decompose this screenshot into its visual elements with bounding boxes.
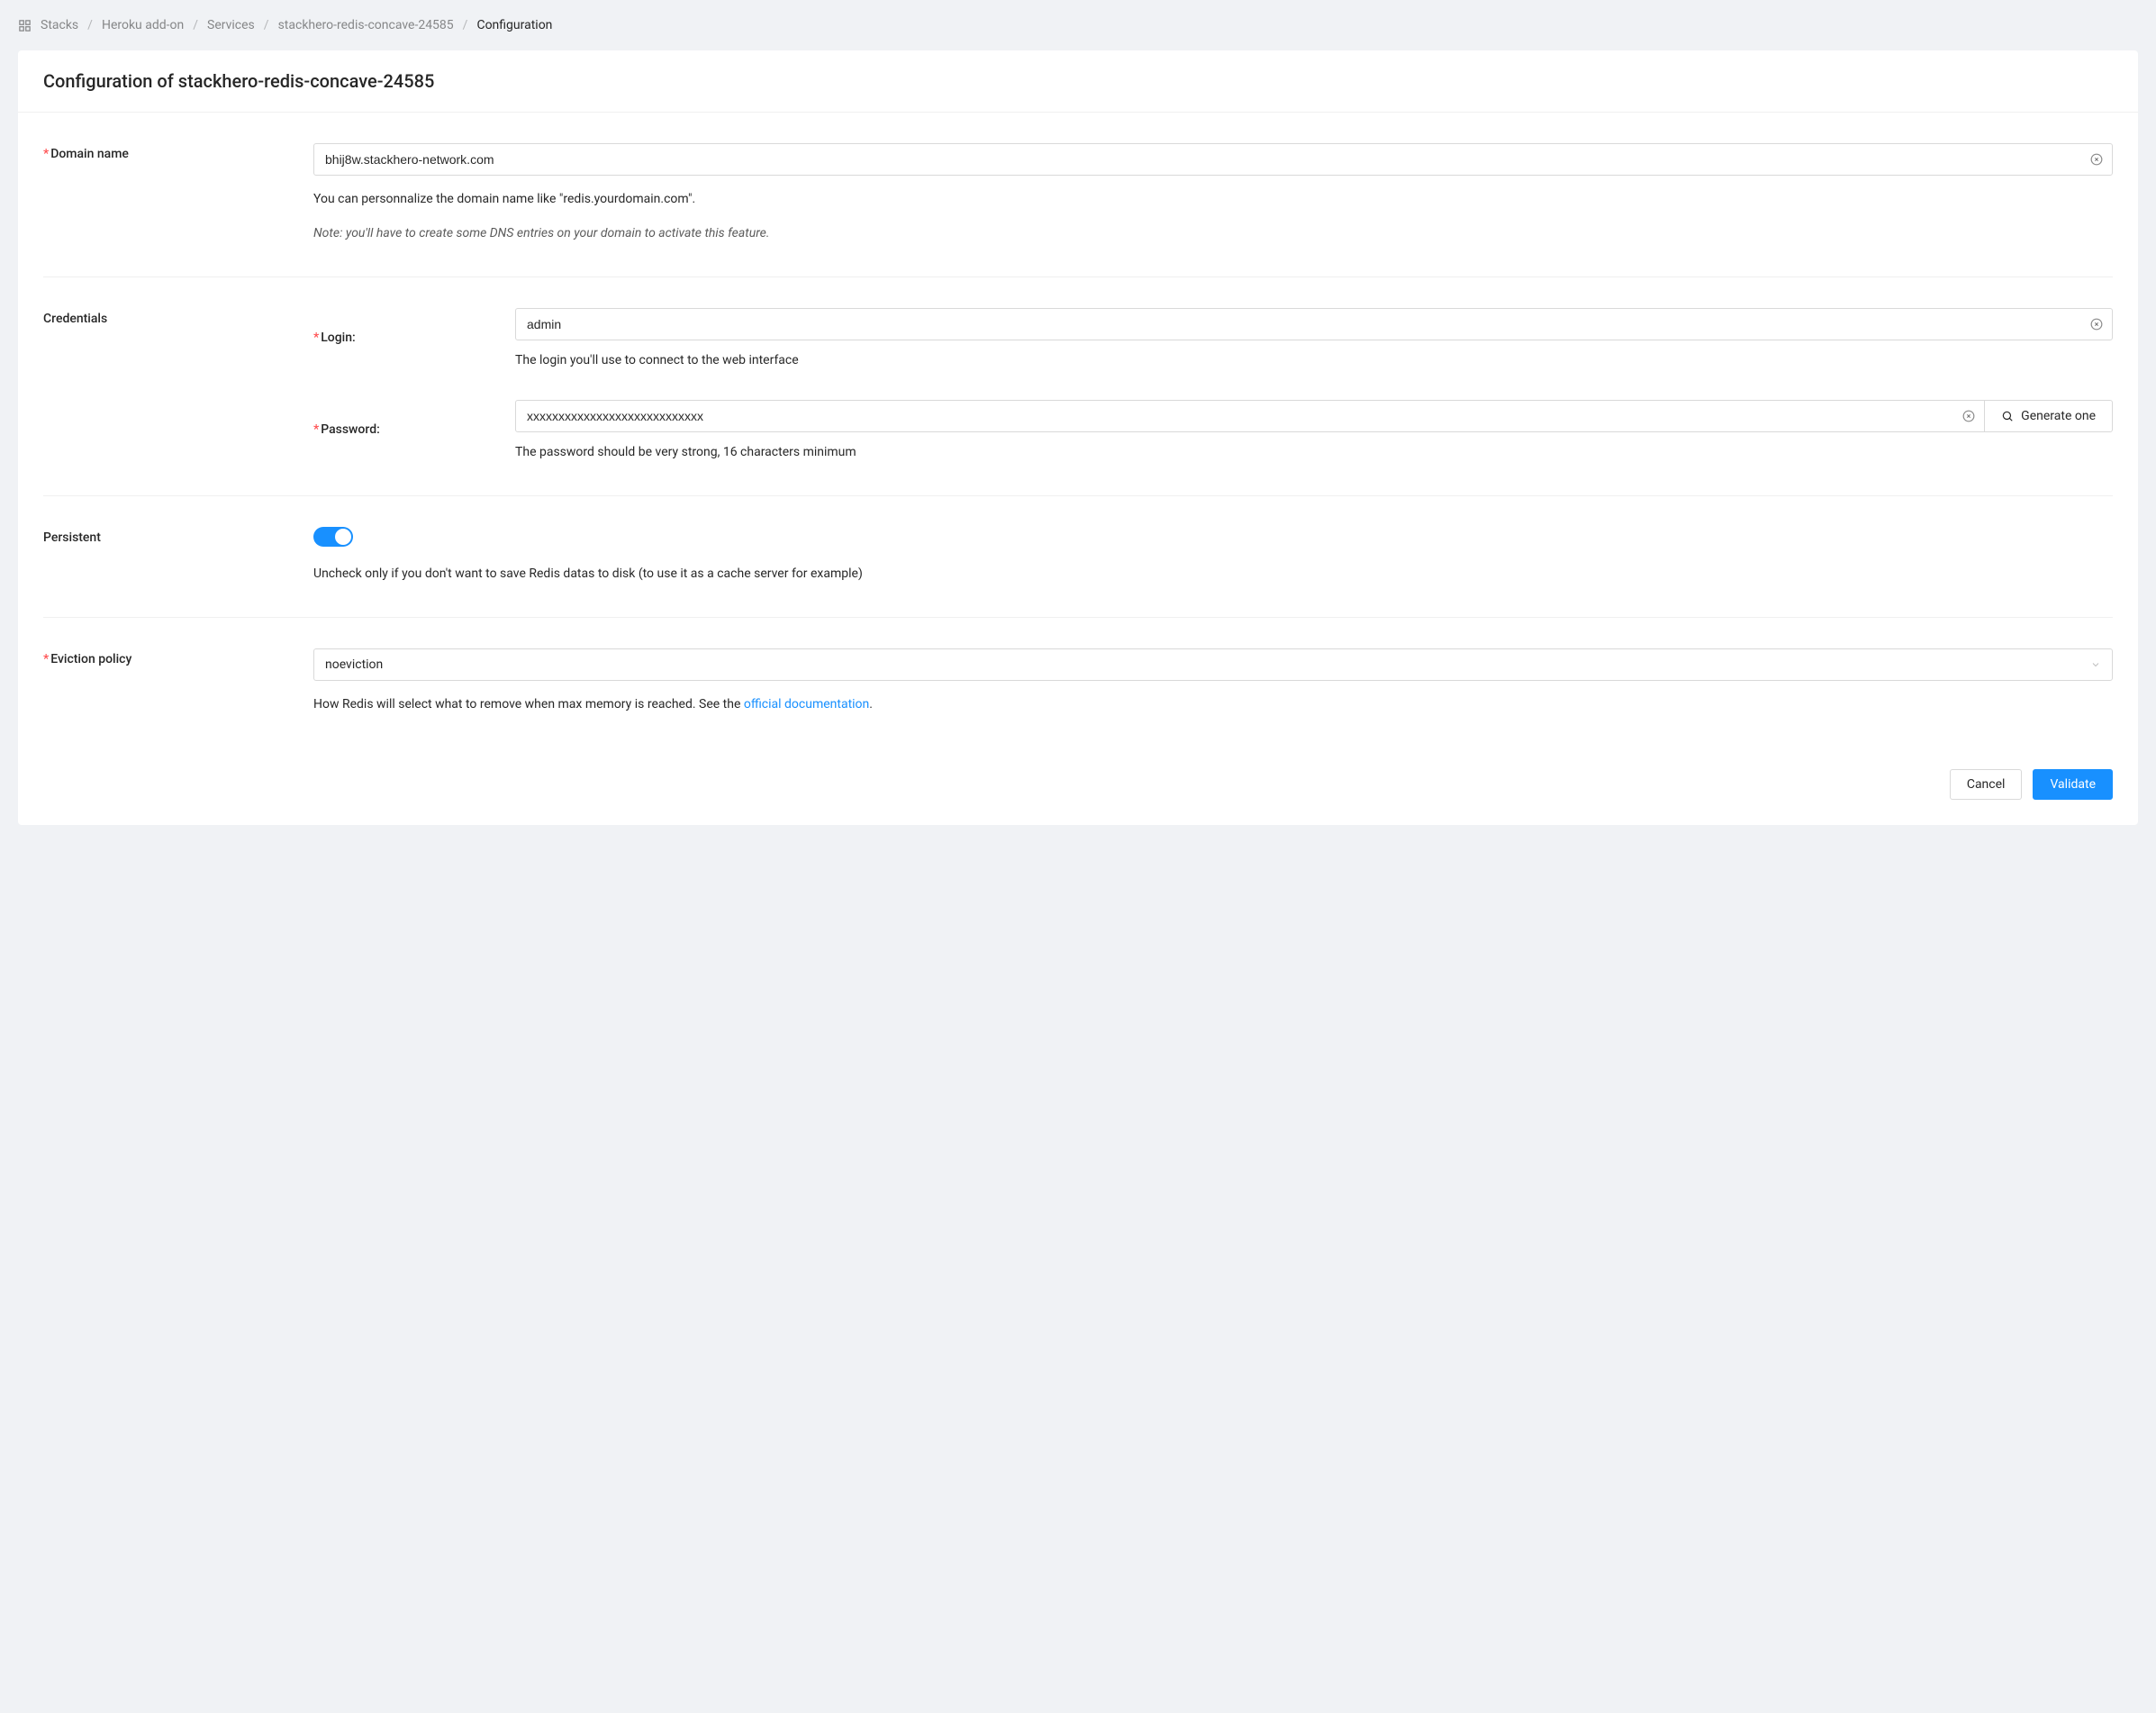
breadcrumb-sep: / <box>87 18 93 32</box>
clear-icon[interactable] <box>1961 409 1976 423</box>
required-marker: * <box>313 331 319 345</box>
persistent-helper: Uncheck only if you don't want to save R… <box>313 566 2113 581</box>
eviction-helper: How Redis will select what to remove whe… <box>313 697 2113 711</box>
persistent-label: Persistent <box>43 527 313 581</box>
login-label-text: Login: <box>321 331 356 345</box>
persistent-toggle[interactable] <box>313 527 353 547</box>
password-helper: The password should be very strong, 16 c… <box>515 445 2113 459</box>
official-documentation-link[interactable]: official documentation <box>744 697 869 711</box>
section-eviction: *Eviction policy noeviction How Redis wi… <box>43 618 2113 748</box>
eviction-select[interactable]: noeviction <box>313 648 2113 681</box>
credentials-label: Credentials <box>43 308 313 459</box>
apps-grid-icon[interactable] <box>18 19 32 32</box>
eviction-label-text: Eviction policy <box>50 652 131 666</box>
required-marker: * <box>313 422 319 437</box>
breadcrumb-item[interactable]: stackhero-redis-concave-24585 <box>278 18 454 32</box>
eviction-helper-prefix: How Redis will select what to remove whe… <box>313 697 744 711</box>
breadcrumb-sep: / <box>193 18 198 32</box>
password-input[interactable] <box>515 400 1985 432</box>
domain-helper: You can personnalize the domain name lik… <box>313 192 2113 206</box>
password-label-text: Password: <box>321 422 380 437</box>
validate-button[interactable]: Validate <box>2033 769 2113 800</box>
form-footer: Cancel Validate <box>18 748 2138 825</box>
clear-icon[interactable] <box>2089 152 2104 167</box>
breadcrumb-item[interactable]: Services <box>207 18 255 32</box>
card-body: *Domain name You can personnalize the do… <box>18 113 2138 748</box>
section-domain: *Domain name You can personnalize the do… <box>43 113 2113 277</box>
domain-input[interactable] <box>313 143 2113 176</box>
required-marker: * <box>43 147 49 161</box>
eviction-select-value: noeviction <box>325 657 383 672</box>
breadcrumb-sep: / <box>463 18 468 32</box>
breadcrumb-sep: / <box>264 18 269 32</box>
chevron-down-icon <box>2090 659 2101 670</box>
section-persistent: Persistent Uncheck only if you don't wan… <box>43 496 2113 618</box>
magic-wand-icon <box>2001 410 2014 422</box>
config-card: Configuration of stackhero-redis-concave… <box>18 50 2138 825</box>
login-helper: The login you'll use to connect to the w… <box>515 353 2113 367</box>
toggle-knob <box>335 529 351 545</box>
clear-icon[interactable] <box>2089 317 2104 331</box>
breadcrumb-item[interactable]: Heroku add-on <box>102 18 184 32</box>
breadcrumb-current: Configuration <box>476 18 552 32</box>
password-label: *Password: <box>313 422 515 437</box>
generate-password-button[interactable]: Generate one <box>1985 400 2113 432</box>
domain-label: *Domain name <box>43 143 313 240</box>
cancel-button[interactable]: Cancel <box>1950 769 2023 800</box>
section-credentials: Credentials *Login: <box>43 277 2113 496</box>
domain-label-text: Domain name <box>50 147 129 161</box>
domain-note: Note: you'll have to create some DNS ent… <box>313 226 2113 240</box>
page-title: Configuration of stackhero-redis-concave… <box>18 50 2138 113</box>
eviction-label: *Eviction policy <box>43 648 313 711</box>
login-label: *Login: <box>313 331 515 345</box>
breadcrumb-item[interactable]: Stacks <box>41 18 78 32</box>
login-input[interactable] <box>515 308 2113 340</box>
breadcrumb: Stacks / Heroku add-on / Services / stac… <box>18 18 2138 32</box>
eviction-helper-suffix: . <box>869 697 873 711</box>
generate-password-label: Generate one <box>2021 409 2096 423</box>
required-marker: * <box>43 652 49 666</box>
